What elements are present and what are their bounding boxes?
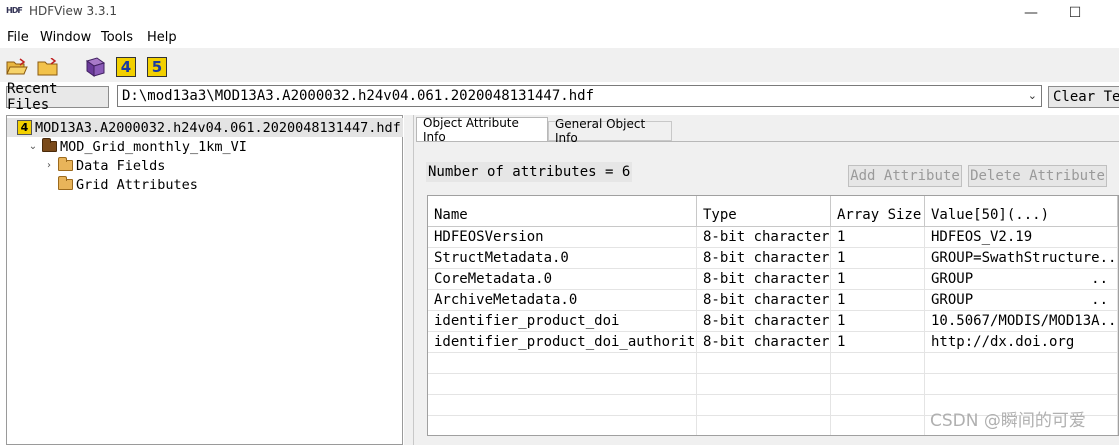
file-tree-panel: 4 MOD13A3.A2000032.h24v04.061.2020048131…	[6, 115, 403, 445]
column-header-value[interactable]: Value[50](...)	[924, 196, 1118, 227]
hdf4-library-icon[interactable]: 4	[115, 56, 137, 78]
cell-name[interactable]: CoreMetadata.0	[428, 268, 697, 290]
cell-value[interactable]: GROUP ..	[924, 268, 1118, 290]
table-row[interactable]: ArchiveMetadata.0 8-bit character 1 GROU…	[428, 289, 1118, 311]
hdf5-label: 5	[147, 57, 167, 77]
chevron-down-icon[interactable]: ⌄	[1028, 89, 1037, 102]
window-title: HDFView 3.3.1	[29, 4, 117, 18]
table-row[interactable]: StructMetadata.0 8-bit character 1 GROUP…	[428, 247, 1118, 269]
table-row[interactable]: identifier_product_doi 8-bit character 1…	[428, 310, 1118, 332]
file-path-combobox[interactable]: D:\mod13a3\MOD13A3.A2000032.h24v04.061.2…	[117, 85, 1042, 107]
column-header-array-size[interactable]: Array Size	[830, 196, 925, 227]
column-header-type[interactable]: Type	[696, 196, 831, 227]
cell-value[interactable]: 10.5067/MODIS/MOD13A..	[924, 310, 1118, 332]
file-path-value: D:\mod13a3\MOD13A3.A2000032.h24v04.061.2…	[122, 88, 595, 104]
title-bar	[0, 0, 1119, 26]
add-attribute-button[interactable]: Add Attribute	[848, 165, 962, 187]
recent-files-button[interactable]: Recent Files	[6, 81, 109, 113]
hdf4-label: 4	[116, 57, 136, 77]
tree-item-grid-attributes[interactable]: Grid Attributes	[7, 175, 402, 194]
app-logo: HDF	[6, 6, 23, 15]
watermark: CSDN @瞬间的可爱	[930, 411, 1086, 431]
tree-item-label: Grid Attributes	[76, 176, 198, 193]
menu-tools[interactable]: Tools	[101, 30, 133, 45]
chevron-right-icon[interactable]: ›	[43, 160, 55, 171]
minimize-button[interactable]: —	[1008, 0, 1054, 26]
cell-name[interactable]: ArchiveMetadata.0	[428, 289, 697, 311]
cell-type[interactable]: 8-bit character	[696, 289, 831, 311]
cell-value[interactable]: GROUP ..	[924, 289, 1118, 311]
cell-name[interactable]: identifier_product_doi_authority	[428, 331, 697, 353]
tree-item-label: Data Fields	[76, 157, 166, 174]
cell-value[interactable]: HDFEOS_V2.19	[924, 226, 1118, 248]
folder-icon	[42, 138, 57, 152]
cell-type[interactable]: 8-bit character	[696, 268, 831, 290]
tree-item-data-fields[interactable]: › Data Fields	[7, 156, 402, 175]
delete-attribute-button[interactable]: Delete Attribute	[968, 165, 1107, 187]
tab-object-attribute-info[interactable]: Object Attribute Info	[416, 116, 548, 144]
folder-icon	[58, 176, 73, 190]
hdf5-library-icon[interactable]: 5	[146, 56, 168, 78]
cell-name[interactable]: HDFEOSVersion	[428, 226, 697, 248]
table-row-empty	[428, 352, 1118, 374]
table-row[interactable]: CoreMetadata.0 8-bit character 1 GROUP .…	[428, 268, 1118, 290]
tab-general-object-info[interactable]: General Object Info	[548, 117, 672, 145]
cell-type[interactable]: 8-bit character	[696, 310, 831, 332]
cell-array-size[interactable]: 1	[830, 331, 925, 353]
cell-array-size[interactable]: 1	[830, 310, 925, 332]
chevron-down-icon[interactable]: ⌄	[27, 141, 39, 152]
panel-splitter[interactable]	[404, 115, 413, 445]
tree-root-file[interactable]: 4 MOD13A3.A2000032.h24v04.061.2020048131…	[7, 118, 403, 137]
attribute-table[interactable]: Name Type Array Size Value[50](...) HDFE…	[427, 195, 1119, 436]
cell-name[interactable]: StructMetadata.0	[428, 247, 697, 269]
open-folder-icon[interactable]	[37, 56, 59, 78]
cell-type[interactable]: 8-bit character	[696, 247, 831, 269]
tree-group-grid[interactable]: ⌄ MOD_Grid_monthly_1km_VI	[7, 137, 402, 156]
cell-name[interactable]: identifier_product_doi	[428, 310, 697, 332]
tree-root-label: MOD13A3.A2000032.h24v04.061.202004813144…	[35, 119, 401, 136]
attribute-count: Number of attributes = 6	[426, 162, 633, 182]
cell-array-size[interactable]: 1	[830, 289, 925, 311]
cell-array-size[interactable]: 1	[830, 226, 925, 248]
table-header-row: Name Type Array Size Value[50](...)	[428, 196, 1118, 227]
table-row[interactable]: HDFEOSVersion 8-bit character 1 HDFEOS_V…	[428, 226, 1118, 248]
menu-window[interactable]: Window	[40, 30, 91, 45]
cell-value[interactable]: http://dx.doi.org	[924, 331, 1118, 353]
cell-type[interactable]: 8-bit character	[696, 226, 831, 248]
cell-array-size[interactable]: 1	[830, 247, 925, 269]
open-file-icon[interactable]	[6, 56, 28, 78]
cell-array-size[interactable]: 1	[830, 268, 925, 290]
cell-type[interactable]: 8-bit character	[696, 331, 831, 353]
column-header-name[interactable]: Name	[428, 196, 697, 227]
clear-text-button[interactable]: Clear Text	[1048, 86, 1119, 108]
menu-help[interactable]: Help	[147, 30, 177, 45]
table-row-empty	[428, 373, 1118, 395]
tree-group-label: MOD_Grid_monthly_1km_VI	[60, 138, 247, 155]
help-book-icon[interactable]	[84, 56, 106, 78]
maximize-button[interactable]: ☐	[1052, 0, 1098, 26]
folder-icon	[58, 157, 73, 171]
menu-file[interactable]: File	[7, 30, 29, 45]
hdf4-file-icon: 4	[17, 120, 32, 135]
table-row[interactable]: identifier_product_doi_authority 8-bit c…	[428, 331, 1118, 353]
cell-value[interactable]: GROUP=SwathStructure..	[924, 247, 1118, 269]
